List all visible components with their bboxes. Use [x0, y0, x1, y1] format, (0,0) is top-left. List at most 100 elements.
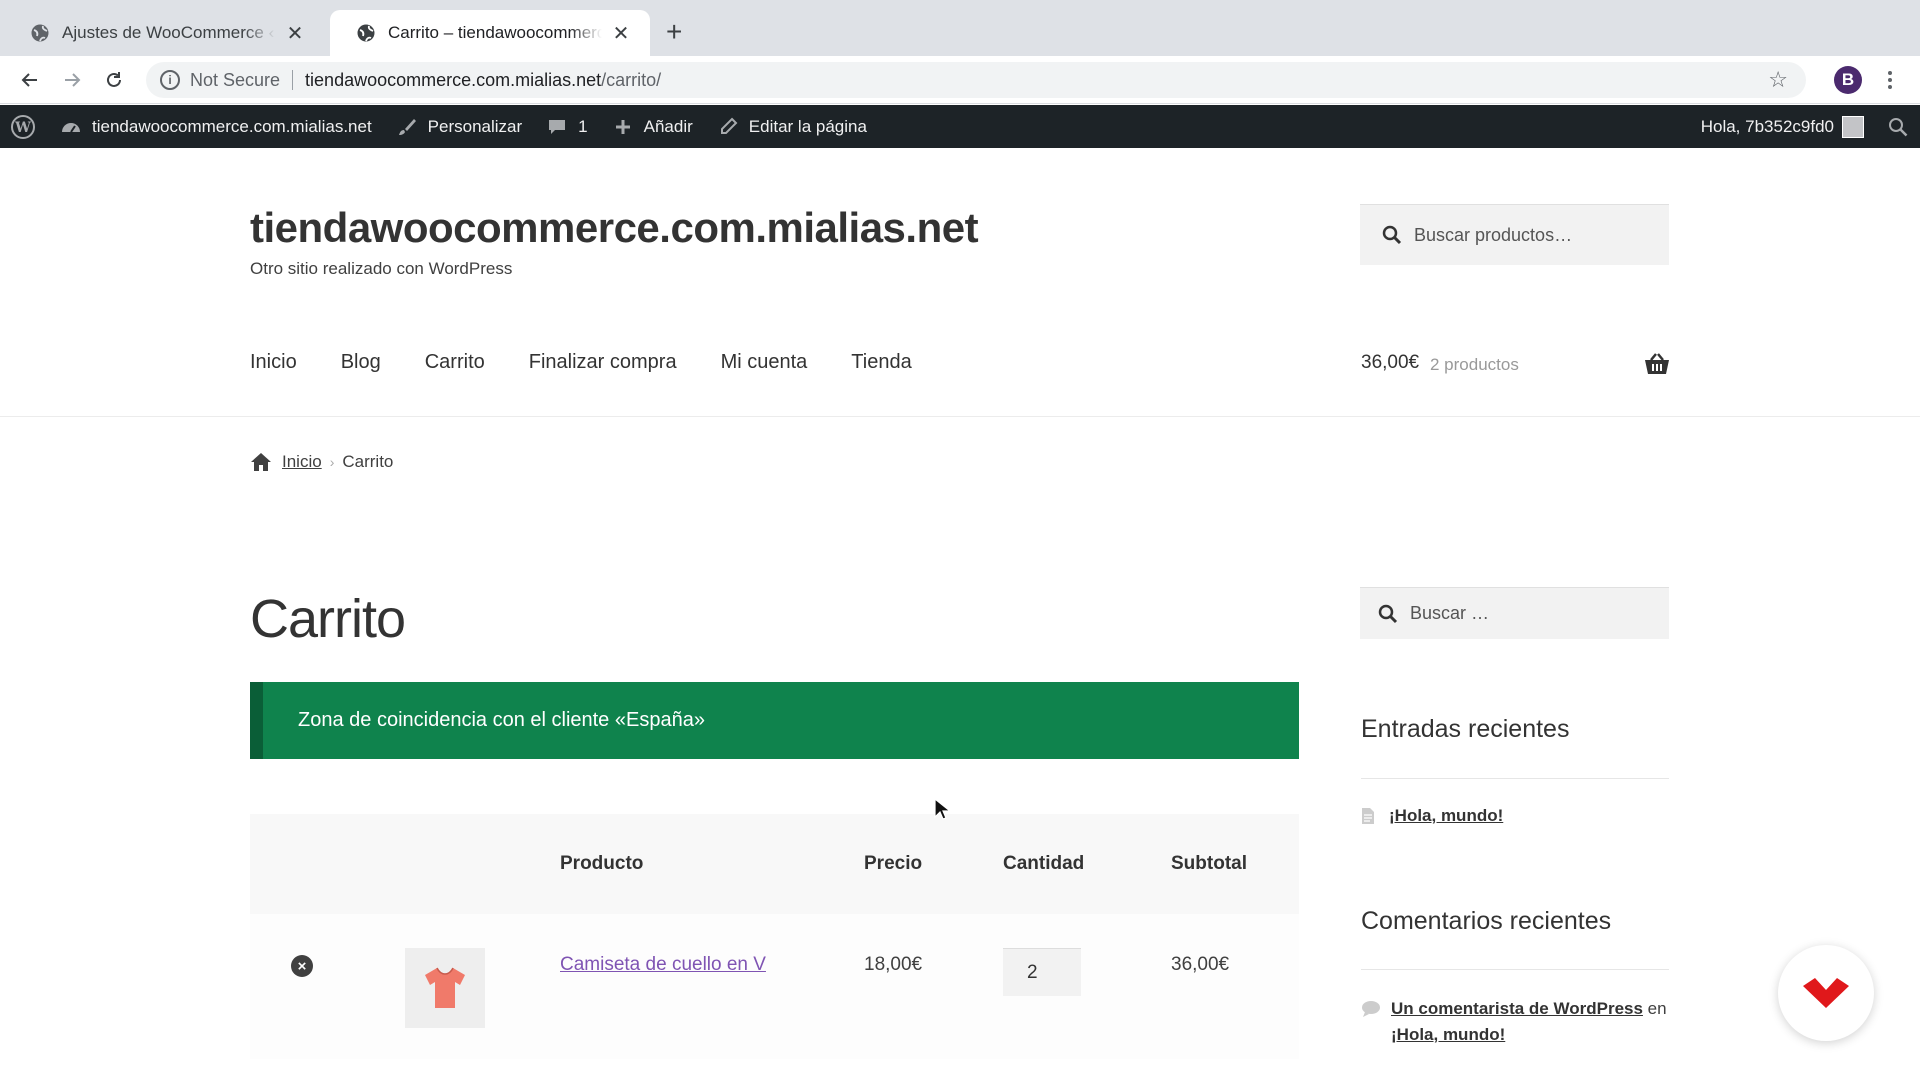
wordpress-logo-button[interactable]: W — [0, 105, 48, 148]
forward-button[interactable] — [58, 66, 86, 94]
quantity-input[interactable]: 2 — [1003, 948, 1081, 996]
comment-icon — [1362, 1001, 1380, 1017]
nav-item-tienda[interactable]: Tienda — [851, 351, 911, 374]
admin-bar-add-new-label: Añadir — [643, 116, 693, 136]
product-search-placeholder: Buscar productos… — [1414, 224, 1573, 245]
browser-tab-strip: Ajustes de WooCommerce ‹ tiendawoocommer… — [0, 0, 1920, 56]
info-notice: Zona de coincidencia con el cliente «Esp… — [250, 682, 1299, 759]
breadcrumb-home-link[interactable]: Inicio — [282, 452, 322, 472]
new-tab-button[interactable]: + — [666, 18, 682, 46]
sidebar-search-input[interactable]: Buscar … — [1360, 587, 1669, 639]
breadcrumb-current: Carrito — [342, 452, 394, 471]
product-thumbnail[interactable] — [405, 948, 485, 1028]
sidebar-search-placeholder: Buscar … — [1410, 603, 1490, 623]
search-icon — [1889, 117, 1908, 136]
product-price: 18,00€ — [864, 954, 923, 975]
page-title: Carrito — [250, 589, 406, 649]
admin-bar-right: Hola, 7b352c9fd0 — [1689, 105, 1920, 148]
brand-logo-icon — [1803, 978, 1849, 1008]
admin-bar-customize-label: Personalizar — [427, 116, 523, 136]
product-search-input[interactable]: Buscar productos… — [1360, 204, 1669, 265]
header-cart-total[interactable]: 36,00€ — [1361, 352, 1419, 374]
admin-bar-edit-page-label: Editar la página — [748, 116, 867, 136]
admin-bar-site-name: tiendawoocommerce.com.mialias.net — [92, 116, 372, 136]
close-icon[interactable]: ✕ — [610, 21, 632, 46]
product-name-link[interactable]: Camiseta de cuello en V — [560, 954, 766, 976]
nav-item-inicio[interactable]: Inicio — [250, 351, 297, 374]
comment-icon — [546, 116, 568, 138]
column-header-price: Precio — [864, 853, 923, 874]
cart-table-header: Producto Precio Cantidad Subtotal — [250, 814, 1299, 914]
cart-item-row: × Camiseta de cuello en V 18,00€ 2 36,00… — [250, 914, 1299, 1059]
close-icon[interactable]: ✕ — [284, 21, 306, 46]
admin-bar-add-new[interactable]: Añadir — [600, 105, 705, 148]
reload-icon — [107, 72, 121, 87]
header-divider — [0, 416, 1920, 417]
user-avatar — [1842, 115, 1864, 138]
browser-toolbar: i Not Secure tiendawoocommerce.com.miali… — [0, 56, 1920, 104]
admin-bar-edit-page[interactable]: Editar la página — [705, 105, 879, 148]
pencil-icon — [717, 116, 739, 138]
browser-tab-woocommerce-settings[interactable]: Ajustes de WooCommerce ‹ tiendawoocommer… — [4, 10, 324, 56]
comment-post-link[interactable]: ¡Hola, mundo! — [1391, 1025, 1505, 1044]
arrow-right-icon — [65, 73, 81, 87]
dashboard-icon — [60, 116, 82, 138]
security-label[interactable]: Not Secure — [190, 70, 280, 91]
nav-item-blog[interactable]: Blog — [341, 351, 381, 374]
back-button[interactable] — [16, 66, 44, 94]
column-header-quantity: Cantidad — [1003, 853, 1085, 874]
admin-bar-account[interactable]: Hola, 7b352c9fd0 — [1689, 105, 1876, 148]
remove-item-button[interactable]: × — [291, 955, 313, 977]
tshirt-icon — [425, 967, 465, 1008]
admin-bar-site-link[interactable]: tiendawoocommerce.com.mialias.net — [48, 105, 384, 148]
nav-item-finalizar-compra[interactable]: Finalizar compra — [529, 351, 677, 374]
site-title[interactable]: tiendawoocommerce.com.mialias.net — [250, 204, 979, 252]
globe-icon — [31, 24, 49, 42]
recent-posts-title: Entradas recientes — [1361, 715, 1570, 743]
info-icon[interactable]: i — [160, 70, 180, 90]
profile-avatar[interactable]: B — [1834, 66, 1862, 94]
comment-connector: en — [1647, 999, 1667, 1018]
recent-post-item: ¡Hola, mundo! — [1361, 806, 1503, 826]
widget-divider — [1361, 778, 1669, 779]
comment-author-link[interactable]: Un comentarista de WordPress — [1391, 999, 1643, 1018]
recent-comments-title: Comentarios recientes — [1361, 907, 1612, 935]
wp-admin-bar: W tiendawoocommerce.com.mialias.net Pers… — [0, 105, 1920, 148]
nav-item-mi-cuenta[interactable]: Mi cuenta — [721, 351, 808, 374]
home-icon — [251, 453, 271, 471]
reload-button[interactable] — [100, 66, 128, 94]
column-header-product: Producto — [560, 853, 644, 874]
tab-title: Ajustes de WooCommerce ‹ tiendawoocommer… — [62, 23, 276, 42]
bookmark-star-icon[interactable]: ☆ — [1768, 69, 1788, 91]
recent-post-link[interactable]: ¡Hola, mundo! — [1389, 806, 1503, 826]
divider — [292, 70, 294, 90]
admin-bar-comments[interactable]: 1 — [534, 105, 599, 148]
url-path: /carrito/ — [601, 69, 662, 90]
nav-item-carrito[interactable]: Carrito — [425, 351, 485, 374]
site-tagline: Otro sitio realizado con WordPress — [250, 259, 513, 278]
mouse-cursor-icon — [934, 798, 950, 820]
admin-bar-customize[interactable]: Personalizar — [384, 105, 535, 148]
header-cart-count[interactable]: 2 productos — [1430, 355, 1519, 375]
primary-navigation: Inicio Blog Carrito Finalizar compra Mi … — [250, 351, 956, 374]
breadcrumb: Inicio › Carrito — [250, 452, 393, 472]
browser-menu-icon[interactable] — [1880, 66, 1900, 94]
wordpress-icon: W — [11, 114, 35, 139]
column-header-subtotal: Subtotal — [1171, 853, 1247, 874]
browser-tab-carrito[interactable]: Carrito – tiendawoocommerce.com.mialias.… — [330, 10, 650, 56]
admin-bar-search[interactable] — [1876, 105, 1920, 148]
basket-icon[interactable] — [1644, 352, 1670, 376]
product-subtotal: 36,00€ — [1171, 954, 1230, 975]
breadcrumb-separator: › — [329, 454, 335, 470]
admin-bar-comments-count: 1 — [578, 116, 588, 136]
plus-icon — [612, 116, 634, 138]
search-icon — [1382, 225, 1402, 245]
arrow-left-icon — [21, 73, 37, 87]
paintbrush-icon — [396, 116, 418, 138]
document-icon — [1362, 808, 1374, 824]
floating-chat-button[interactable] — [1778, 945, 1874, 1041]
widget-divider — [1361, 969, 1669, 970]
tab-title: Carrito – tiendawoocommerce.com.mialias.… — [388, 23, 602, 42]
address-bar[interactable]: i Not Secure tiendawoocommerce.com.miali… — [146, 62, 1806, 98]
recent-comment-item: Un comentarista de WordPress en ¡Hola, m… — [1361, 996, 1667, 1048]
